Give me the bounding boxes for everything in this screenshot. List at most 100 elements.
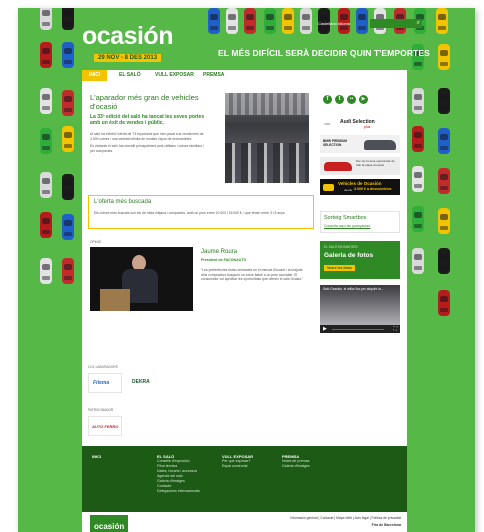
parked-car xyxy=(438,248,450,274)
offer-title: L'oferta més buscada xyxy=(94,199,152,205)
parked-car xyxy=(412,248,424,274)
intro-paragraph-2: Es visitants el saló han decidit princip… xyxy=(90,144,204,153)
parked-car xyxy=(40,172,52,198)
hero-photo xyxy=(225,93,309,183)
video-progress-bar[interactable] xyxy=(332,328,384,330)
ad-vehicles-desde: desde xyxy=(344,188,353,192)
audi-logo-icon: ○○○○ xyxy=(324,121,331,126)
facebook-icon[interactable]: f xyxy=(323,95,332,104)
tagline: EL MÉS DIFÍCIL SERÀ DECIDIR QUIN T'EMPOR… xyxy=(218,48,430,58)
page-subtitle: La 33ª edició del saló ha tancat les sev… xyxy=(90,114,205,126)
footer-logo-text: ocasión xyxy=(94,522,125,531)
youtube-icon[interactable]: ▶ xyxy=(359,95,368,104)
ad-vehicles[interactable]: Vehicles de Ocasión desde 3.000 € a desc… xyxy=(320,179,400,195)
collab-label: COL·LABORADORS xyxy=(88,365,118,369)
page-title: L'aparador més gran de vehicles d'ocasió xyxy=(90,93,199,111)
parked-car xyxy=(438,44,450,70)
video-title: Saló Ocasión, el millor lloc per adquiri… xyxy=(323,287,384,291)
parked-car xyxy=(300,8,312,34)
page-background: ocasión 29 NOV - 8 DES 2013 Castellano I… xyxy=(18,8,475,532)
social-icons: f t •• ▶ xyxy=(323,95,383,105)
parked-car xyxy=(40,88,52,114)
parked-car xyxy=(436,8,448,34)
sponsor-autoferro[interactable]: AUTO FERRO xyxy=(88,416,122,436)
nav-item-vull-exposar[interactable]: VULL EXPOSAR xyxy=(148,70,201,81)
parked-car xyxy=(282,8,294,34)
twitter-icon[interactable]: t xyxy=(335,95,344,104)
parked-car xyxy=(62,214,74,240)
taxi-icon xyxy=(323,184,334,191)
car-image xyxy=(364,140,396,150)
offer-box: L'oferta més buscada Els cotxes més busc… xyxy=(88,195,314,229)
nav-item-el-salo[interactable]: EL SALÓ xyxy=(112,70,148,81)
video-thumbnail xyxy=(320,285,400,325)
footer-link[interactable]: Galeria d'imatges xyxy=(282,464,310,469)
parked-car xyxy=(438,88,450,114)
footer-logo[interactable]: ocasión xyxy=(90,515,129,532)
ad-promo[interactable]: Per ser la teva oportunitat de triar la … xyxy=(320,157,400,175)
parked-car xyxy=(62,126,74,152)
language-links[interactable]: Castellano Idioma xyxy=(318,21,350,26)
parked-car xyxy=(412,206,424,232)
bottom-bar: ocasión Informació general | Contacte | … xyxy=(82,512,407,532)
nav-item-premsa[interactable]: PREMSA xyxy=(196,70,231,81)
logo[interactable]: ocasión 29 NOV - 8 DES 2013 xyxy=(82,22,186,64)
ad-vehicles-price: 3.000 € a descubrirlos xyxy=(354,187,392,191)
opinion-quote: "Les preferències estan centrades en el … xyxy=(201,268,304,282)
offer-body: Els cotxes més buscats són els de mida m… xyxy=(94,211,286,215)
footer-link[interactable]: Delegacions internacionals xyxy=(157,489,200,494)
footer-col-vull-exposar: VULL EXPOSAR Per què exposar? Espai come… xyxy=(222,454,253,469)
footer-col-el-salo: EL SALÓ Consells d'exposició Fitxa tècni… xyxy=(157,454,200,494)
gallery-title: Galeria de fotos xyxy=(324,252,374,259)
sponsor-label: PATROCINADOR xyxy=(88,408,114,412)
footer-col-premsa: PREMSA Notes de premsa Galeria d'imatges xyxy=(282,454,310,469)
ad-audi[interactable]: ○○○○ Audi Selection plus xyxy=(320,117,400,131)
search-input[interactable]: ⌕ xyxy=(370,19,422,28)
nav-item-inici[interactable]: INICI xyxy=(82,70,108,81)
parked-car xyxy=(438,290,450,316)
parked-car xyxy=(62,8,74,30)
parked-car xyxy=(226,8,238,34)
parked-car xyxy=(438,128,450,154)
parked-car xyxy=(40,212,52,238)
footer-link[interactable]: Espai comercial xyxy=(222,464,253,469)
parked-car xyxy=(62,42,74,68)
opinion-photo xyxy=(90,247,193,311)
footer-bottom-links[interactable]: Informació general | Contacte | Mapa Web… xyxy=(290,516,401,520)
footer-org[interactable]: Fira de Barcelona xyxy=(372,523,401,527)
sponsor-fitema[interactable]: Fitema xyxy=(88,373,122,393)
video-player[interactable]: Saló Ocasión, el millor lloc per adquiri… xyxy=(320,285,400,333)
play-icon[interactable]: ▶ xyxy=(323,326,327,332)
red-car-image xyxy=(324,162,352,171)
opinion-label: OPINIÓ xyxy=(90,240,102,244)
main-nav: INICI EL SALÓ VULL EXPOSAR PREMSA xyxy=(82,70,407,81)
gallery-button[interactable]: Veure les fotos xyxy=(324,265,355,271)
footer: INICI EL SALÓ Consells d'exposició Fitxa… xyxy=(82,446,407,512)
ad-vehicles-title: Vehicles de Ocasión xyxy=(338,181,382,186)
parked-car xyxy=(40,258,52,284)
parked-car xyxy=(264,8,276,34)
sponsor-autoferro-text: AUTO FERRO xyxy=(92,424,119,429)
opinion-role: President de FACONAUTO xyxy=(201,258,247,262)
fullscreen-icon[interactable]: ⛶ xyxy=(393,326,397,332)
parked-car xyxy=(40,8,52,30)
event-dates: 29 NOV - 8 DES 2013 xyxy=(94,54,162,62)
sponsor-fitema-text: Fitema xyxy=(93,380,110,386)
parked-car xyxy=(62,174,74,200)
parked-car xyxy=(412,166,424,192)
search-icon[interactable]: ⌕ xyxy=(417,19,420,28)
ad-bmw-text: BMW PREMIUM SELECTION xyxy=(323,139,347,147)
sorteig-link[interactable]: Consulta aquí els guanyadors xyxy=(324,224,370,228)
sponsor-dekra[interactable]: DEKRA xyxy=(126,373,160,393)
opinion-name: Jaume Roura xyxy=(201,249,238,255)
parked-car xyxy=(40,42,52,68)
footer-head-inici[interactable]: INICI xyxy=(92,454,101,459)
ad-bmw[interactable]: BMW PREMIUM SELECTION xyxy=(320,135,400,153)
parked-car xyxy=(438,168,450,194)
parked-car xyxy=(438,208,450,234)
parked-car xyxy=(412,126,424,152)
parked-car xyxy=(244,8,256,34)
parked-car xyxy=(62,90,74,116)
hero-text: L'aparador més gran de vehicles d'ocasió… xyxy=(90,93,208,153)
flickr-icon[interactable]: •• xyxy=(347,95,356,104)
